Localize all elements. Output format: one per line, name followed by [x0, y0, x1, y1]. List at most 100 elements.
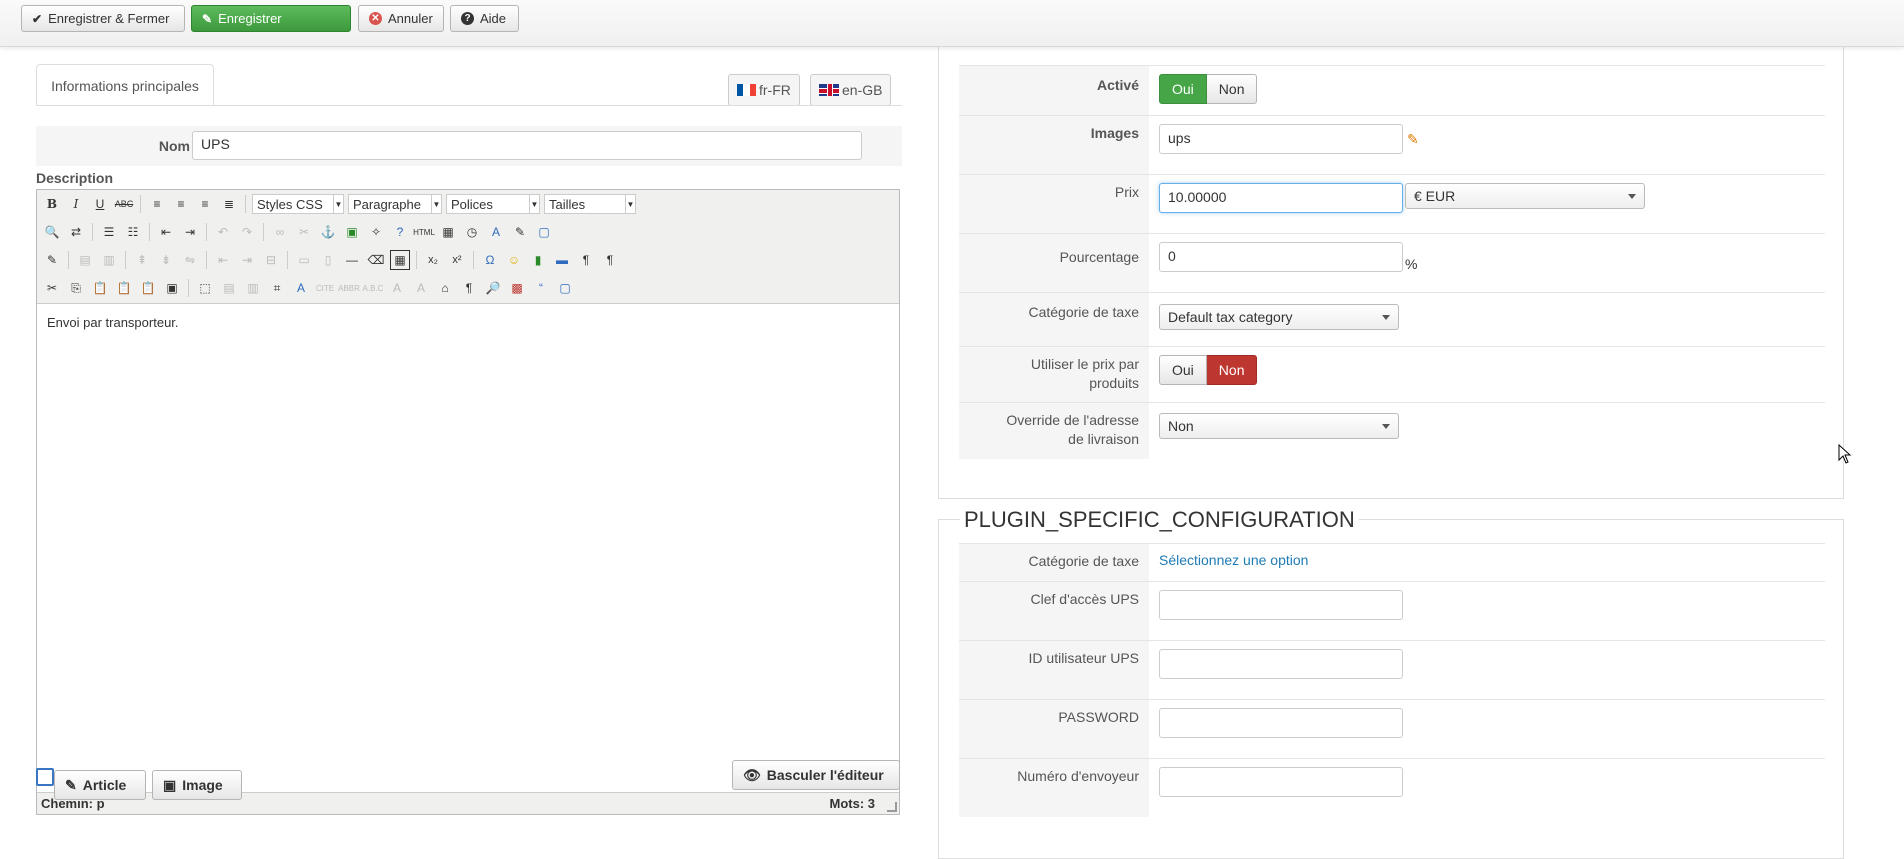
show-blocks-icon[interactable]: ¶: [459, 278, 479, 298]
abbr-icon[interactable]: ABBR: [338, 278, 360, 298]
col-after-icon[interactable]: ⇥: [237, 250, 257, 270]
visual-aid-icon[interactable]: ⬚: [195, 278, 215, 298]
strikethrough-icon[interactable]: ABC: [114, 194, 134, 214]
override-select[interactable]: Non: [1159, 413, 1399, 439]
cut-icon[interactable]: ✂: [42, 278, 62, 298]
underline-icon[interactable]: U: [90, 194, 110, 214]
price-input[interactable]: 10.00000: [1159, 183, 1403, 213]
copy-icon[interactable]: ⎘: [66, 278, 86, 298]
subscript-icon[interactable]: x₂: [423, 250, 443, 270]
paragraph-select[interactable]: Paragraphe ▼: [348, 194, 442, 214]
acronym-icon[interactable]: A.B.C: [363, 278, 384, 298]
layer-icon[interactable]: ▤: [219, 278, 239, 298]
fonts-select[interactable]: Polices ▼: [446, 194, 540, 214]
table-row-icon[interactable]: ▤: [75, 250, 95, 270]
row-before-icon[interactable]: ⇞: [132, 250, 152, 270]
bold-icon[interactable]: B: [42, 194, 62, 214]
save-button[interactable]: ✎ Enregistrer: [191, 5, 351, 32]
nom-input[interactable]: UPS: [192, 131, 862, 160]
tab-lang-fr[interactable]: fr-FR: [728, 74, 800, 106]
horizontal-rule-icon[interactable]: —: [342, 250, 362, 270]
currency-select[interactable]: € EUR: [1405, 183, 1645, 209]
redo-icon[interactable]: ↷: [237, 222, 257, 242]
html-icon[interactable]: HTML: [413, 222, 435, 242]
tab-lang-en[interactable]: en-GB: [810, 74, 892, 106]
styles-select[interactable]: Styles CSS ▼: [252, 194, 344, 214]
eraser-icon[interactable]: ⌫: [366, 250, 386, 270]
replace-icon[interactable]: ⇄: [66, 222, 86, 242]
table-icon[interactable]: ▦: [390, 250, 410, 270]
col-before-icon[interactable]: ⇤: [213, 250, 233, 270]
images-input[interactable]: ups: [1159, 124, 1403, 154]
help-icon[interactable]: ?: [390, 222, 410, 242]
sizes-select[interactable]: Tailles ▼: [544, 194, 636, 214]
italic-icon[interactable]: I: [66, 194, 86, 214]
template-icon[interactable]: ▩: [507, 278, 527, 298]
toggle-icon[interactable]: [36, 768, 54, 786]
outdent-icon[interactable]: ⇤: [156, 222, 176, 242]
delete-col-icon[interactable]: ⊟: [261, 250, 281, 270]
omega-icon[interactable]: Ω: [480, 250, 500, 270]
preview-icon[interactable]: 🔎: [483, 278, 503, 298]
editor-content[interactable]: Envoi par transporteur.: [47, 315, 179, 330]
delete-row-icon[interactable]: ⇋: [180, 250, 200, 270]
row-after-icon[interactable]: ⇟: [156, 250, 176, 270]
percent-input[interactable]: 0: [1159, 242, 1403, 272]
save-close-button[interactable]: ✔ Enregistrer & Fermer: [21, 5, 185, 32]
style-props-icon[interactable]: ▢: [555, 278, 575, 298]
indent-icon[interactable]: ⇥: [180, 222, 200, 242]
ups-key-input[interactable]: [1159, 590, 1403, 620]
per-product-no-button[interactable]: Non: [1206, 355, 1258, 385]
text-color-icon[interactable]: A: [486, 222, 506, 242]
active-yes-button[interactable]: Oui: [1159, 74, 1207, 104]
tax-category-select[interactable]: Default tax category: [1159, 304, 1399, 330]
paste-icon[interactable]: 📋: [90, 278, 110, 298]
media-icon[interactable]: ▮: [528, 250, 548, 270]
numbered-list-icon[interactable]: ☷: [123, 222, 143, 242]
anchor-icon[interactable]: ⚓: [318, 222, 338, 242]
crop-icon[interactable]: ⌗: [267, 278, 287, 298]
cancel-button[interactable]: ✕ Annuler: [358, 5, 444, 32]
per-product-yes-button[interactable]: Oui: [1159, 355, 1207, 385]
link-icon[interactable]: ∞: [270, 222, 290, 242]
image-button[interactable]: ▣ Image: [152, 770, 242, 800]
select-all-icon[interactable]: ▣: [162, 278, 182, 298]
merge-cells-icon[interactable]: ▭: [294, 250, 314, 270]
layer-move-icon[interactable]: ▥: [243, 278, 263, 298]
bullet-list-icon[interactable]: ☰: [99, 222, 119, 242]
resize-handle-icon[interactable]: [887, 802, 897, 812]
tab-main-info[interactable]: Informations principales: [36, 64, 214, 106]
paste-text-icon[interactable]: 📋: [114, 278, 134, 298]
password-input[interactable]: [1159, 708, 1403, 738]
help-button[interactable]: ? Aide: [450, 5, 519, 32]
undo-icon[interactable]: ↶: [213, 222, 233, 242]
unlink-icon[interactable]: ✂: [294, 222, 314, 242]
sender-input[interactable]: [1159, 767, 1403, 797]
superscript-icon[interactable]: x²: [447, 250, 467, 270]
pagebreak-icon[interactable]: ▬: [552, 250, 572, 270]
ups-user-input[interactable]: [1159, 649, 1403, 679]
plugin-tax-link[interactable]: Sélectionnez une option: [1159, 552, 1308, 568]
ins-icon[interactable]: A: [411, 278, 431, 298]
paste-word-icon[interactable]: 📋: [138, 278, 158, 298]
table-props-icon[interactable]: ▥: [99, 250, 119, 270]
toggle-editor-button[interactable]: 👁 Basculer l'éditeur: [732, 760, 900, 790]
image-icon[interactable]: ▣: [342, 222, 362, 242]
time-icon[interactable]: ◷: [462, 222, 482, 242]
split-cells-icon[interactable]: ▯: [318, 250, 338, 270]
align-left-icon[interactable]: ≡: [147, 194, 167, 214]
cleanup-icon[interactable]: ✧: [366, 222, 386, 242]
emoticon-icon[interactable]: ☺: [504, 250, 524, 270]
find-icon[interactable]: 🔍: [42, 222, 62, 242]
blockquote-icon[interactable]: “: [531, 278, 551, 298]
styles-icon[interactable]: A: [291, 278, 311, 298]
highlight-icon[interactable]: ✎: [510, 222, 530, 242]
align-justify-icon[interactable]: ≣: [219, 194, 239, 214]
active-no-button[interactable]: Non: [1206, 74, 1258, 104]
cite-icon[interactable]: CITE: [315, 278, 335, 298]
rtl-icon[interactable]: ¶: [600, 250, 620, 270]
align-right-icon[interactable]: ≡: [195, 194, 215, 214]
edit-icon[interactable]: ✎: [1407, 131, 1419, 148]
edit-icon[interactable]: ✎: [42, 250, 62, 270]
article-button[interactable]: ✎ Article: [54, 770, 146, 800]
